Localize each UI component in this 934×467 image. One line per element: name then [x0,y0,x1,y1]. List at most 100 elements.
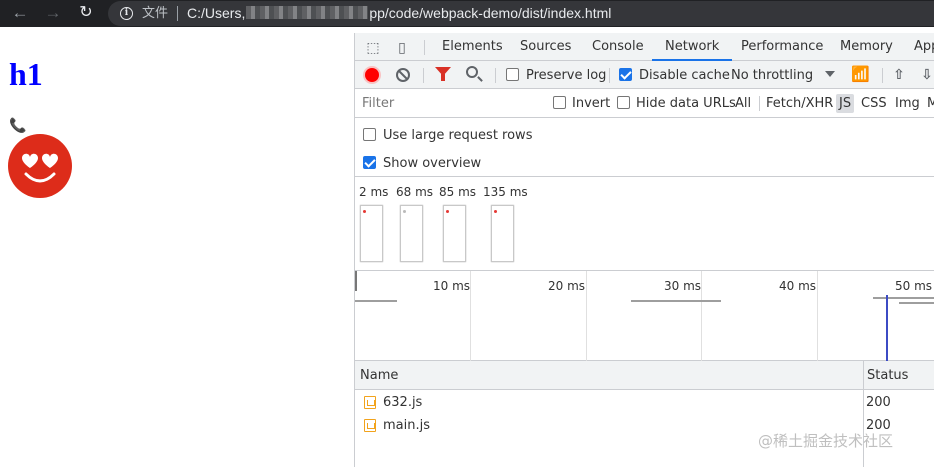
info-icon[interactable]: i [120,7,133,20]
record-button[interactable] [365,68,379,82]
column-name[interactable]: Name [360,368,398,383]
network-overview[interactable]: 10 ms 20 ms 30 ms 40 ms 50 ms [355,271,934,361]
arrow-right-icon: → [44,3,62,22]
js-file-icon [364,396,376,409]
tab-network[interactable]: Network [652,33,733,61]
url-text[interactable]: C:/Users, pp/code/webpack-demo/dist/index… [187,5,611,22]
overview-request-bar [355,300,397,302]
frame-time: 135 ms [483,185,528,199]
search-icon[interactable] [466,66,478,78]
filter-input[interactable] [359,93,537,113]
devtools-panel: ⬚ ▯ Elements Sources Console Network Per… [354,33,934,467]
type-filter-css[interactable]: CSS [858,94,890,113]
request-name: 632.js [383,395,423,410]
request-name: main.js [383,418,430,433]
table-row[interactable]: 632.js 200 [355,391,934,414]
overview-gridline [701,271,702,361]
browser-toolbar: ← → ↻ i 文件 C:/Users, pp/code/webpack-demo… [0,0,934,27]
page-heading: h1 [9,56,43,92]
show-overview-option[interactable]: Show overview [363,154,663,172]
network-conditions-icon[interactable]: 📶 [851,65,871,83]
type-filter-all[interactable]: All [732,94,754,113]
overview-gridline [817,271,818,361]
toolbar-divider [759,96,760,111]
overview-tick-label: 20 ms [548,279,586,293]
disable-cache-label: Disable cache [639,68,730,83]
filmstrip-frame[interactable] [443,205,466,262]
screenshot-filmstrip: 2 ms 68 ms 85 ms 135 ms [355,177,934,271]
type-filter-media[interactable]: M [924,94,934,113]
overview-gridline [470,271,471,361]
watermark: @稀土掘金技术社区 [758,432,894,450]
phone-glyph: 📞 [9,117,27,133]
preserve-log-checkbox[interactable] [506,68,519,81]
inspect-element-icon[interactable]: ⬚ [364,38,382,56]
type-filter-img[interactable]: Img [892,94,923,113]
overview-load-marker [886,295,888,361]
export-har-icon[interactable]: ⇩ [920,66,934,82]
invert-label: Invert [572,96,611,111]
tab-network-label: Network [665,39,720,54]
forward-button[interactable]: → [42,2,64,24]
frame-thumbnail-mark [494,210,497,213]
tab-application[interactable]: App [914,33,934,61]
tab-console[interactable]: Console [592,33,644,61]
filmstrip-frame[interactable] [491,205,514,262]
frame-thumbnail-mark [446,210,449,213]
frame-thumbnail-mark [363,210,366,213]
reload-button[interactable]: ↻ [75,2,97,24]
overview-tick-label: 10 ms [433,279,471,293]
import-har-icon[interactable]: ⇧ [892,66,906,82]
settings-options: Use large request rows Show overview [355,118,934,177]
overview-request-bar [631,300,721,302]
filter-icon[interactable] [435,67,451,81]
filmstrip-frame[interactable] [400,205,423,262]
clear-button[interactable] [396,68,410,82]
url-prefix: C:/Users, [187,5,246,21]
tab-sources[interactable]: Sources [520,33,571,61]
large-rows-option[interactable]: Use large request rows [363,126,663,144]
show-overview-checkbox[interactable] [363,156,376,169]
device-toolbar-icon[interactable]: ▯ [393,38,411,56]
js-file-icon [364,419,376,432]
chevron-down-icon [825,71,835,77]
preserve-log-label: Preserve log [526,68,607,83]
url-suffix: pp/code/webpack-demo/dist/index.html [369,5,612,21]
tab-memory[interactable]: Memory [840,33,893,61]
frame-thumbnail-mark [403,210,406,213]
overview-tick-label: 40 ms [779,279,817,293]
redacted-username [246,6,369,19]
large-rows-label: Use large request rows [383,128,533,143]
overview-gridline [586,271,587,361]
devtools-tabbar: ⬚ ▯ Elements Sources Console Network Per… [355,33,934,61]
invert-checkbox[interactable] [553,96,566,109]
overview-tick-label: 30 ms [664,279,702,293]
frame-time: 68 ms [396,185,434,199]
disable-cache-checkbox[interactable] [619,68,632,81]
arrow-left-icon: ← [11,3,29,22]
toolbar-divider [423,68,424,83]
hide-data-urls-checkbox[interactable] [617,96,630,109]
frame-time: 2 ms [359,185,389,199]
large-rows-checkbox[interactable] [363,128,376,141]
address-divider [177,6,178,21]
toolbar-divider [882,68,883,83]
overview-tick-label: 50 ms [895,279,933,293]
tab-elements[interactable]: Elements [442,33,503,61]
frame-time: 85 ms [439,185,477,199]
hide-data-urls-label: Hide data URLs [636,96,736,111]
filter-bar: Invert Hide data URLs All Fetch/XHR JS C… [355,89,934,118]
heart-eyes-smiley-icon [8,134,72,198]
request-table-header: Name Status [355,361,934,390]
file-label: 文件 [142,6,169,21]
throttling-select[interactable]: No throttling [731,68,813,83]
toolbar-divider [609,68,610,83]
column-status[interactable]: Status [867,368,908,383]
filmstrip-frame[interactable] [360,205,383,262]
tab-performance[interactable]: Performance [741,33,823,61]
type-filter-fetch-xhr[interactable]: Fetch/XHR [763,94,836,113]
type-filter-js[interactable]: JS [836,94,855,113]
back-button[interactable]: ← [9,2,31,24]
tab-divider [424,40,425,55]
address-bar[interactable]: i 文件 C:/Users, pp/code/webpack-demo/dist/… [108,1,934,26]
